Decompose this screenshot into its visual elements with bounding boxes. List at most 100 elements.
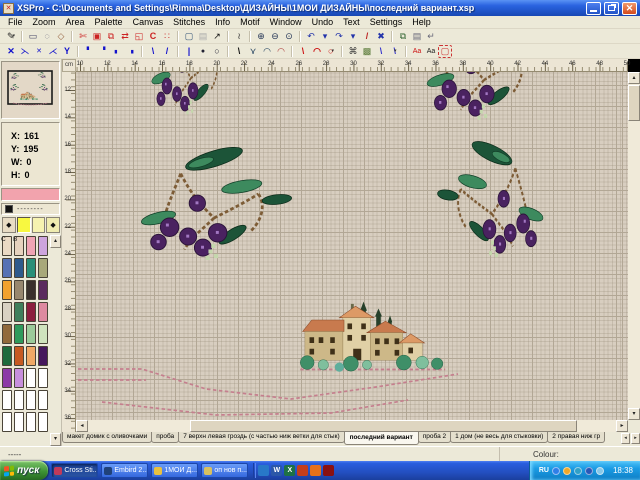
start-button[interactable]: пуск — [0, 461, 48, 480]
palette-swatch[interactable] — [37, 367, 49, 389]
palette-swatch[interactable] — [37, 279, 49, 301]
sketch-line-alt-dropdown[interactable]: ▾ — [394, 49, 397, 54]
taskbar-task[interactable]: оп нов п... — [201, 463, 248, 478]
pointer-tool[interactable]: ↗ — [210, 30, 224, 43]
redo[interactable]: ↷ — [332, 30, 346, 43]
house-motif[interactable] — [300, 302, 445, 372]
three-quarter-stitch-1[interactable]: ⋋ — [18, 45, 32, 58]
zoom-in[interactable]: ⊕ — [254, 30, 268, 43]
ink-color-swatch[interactable] — [5, 205, 13, 213]
backstitch-branch[interactable]: ⋎ — [246, 45, 260, 58]
palette-swatch[interactable] — [37, 411, 49, 433]
mirror-motif[interactable]: ⇄ — [118, 30, 132, 43]
quarter-stitch-br[interactable]: ▗ — [124, 45, 138, 58]
redo-history[interactable]: ▾ — [346, 30, 360, 43]
palette-swatch[interactable] — [13, 367, 25, 389]
backstitch-curve-red[interactable]: ◠ — [274, 45, 288, 58]
update-tray-icon[interactable] — [563, 467, 571, 475]
palette-swatch[interactable] — [37, 389, 49, 411]
half-cross-stitch[interactable]: ✕ — [32, 45, 46, 58]
print-motif[interactable]: ▤ — [196, 30, 210, 43]
palette-swatch[interactable] — [13, 323, 25, 345]
media-player-icon[interactable] — [258, 465, 269, 476]
edit-select-tool[interactable]: ◇ — [54, 30, 68, 43]
palette-swatch[interactable] — [25, 235, 37, 257]
scroll-left-button[interactable]: ◂ — [76, 420, 88, 432]
preview-screen[interactable]: ▢ — [182, 30, 196, 43]
draw-tool[interactable]: ✎▾ — [4, 30, 18, 43]
tab-scroll-left[interactable]: ◂ — [621, 433, 630, 444]
draw-tool-dropdown[interactable]: ▾ — [13, 34, 16, 39]
pattern-tab[interactable]: проба — [151, 432, 179, 443]
vertical-scroll-thumb[interactable] — [628, 85, 640, 121]
palette-swatch[interactable] — [25, 345, 37, 367]
taskbar-task[interactable]: Embird 2... — [101, 463, 148, 478]
menu-item-window[interactable]: Window — [265, 17, 307, 27]
palette-swatch[interactable] — [25, 301, 37, 323]
palette-swatch[interactable] — [37, 323, 49, 345]
border-stitch-line[interactable] — [78, 369, 458, 399]
palette-swatch[interactable] — [1, 301, 13, 323]
import-image[interactable]: ⧉ — [396, 30, 410, 43]
menu-item-file[interactable]: File — [3, 17, 28, 27]
pattern-tab[interactable]: 1 дом (не весь для стыковки) — [450, 432, 548, 443]
freehand-line[interactable]: \ — [296, 45, 310, 58]
restore-button[interactable] — [604, 2, 619, 15]
palette-swatch[interactable] — [1, 367, 13, 389]
language-indicator[interactable]: RU — [539, 467, 549, 474]
palette-swatch[interactable] — [13, 389, 25, 411]
palette-swatch[interactable] — [25, 389, 37, 411]
menu-item-palette[interactable]: Palette — [90, 17, 128, 27]
marquee-tool[interactable]: ▢ — [438, 45, 452, 58]
palette-swatch[interactable] — [1, 279, 13, 301]
branch-motif[interactable] — [426, 72, 545, 120]
palette-swatch[interactable] — [37, 301, 49, 323]
palette-swatch[interactable]: C — [1, 235, 13, 257]
circle-tool[interactable]: ○▾ — [324, 45, 338, 58]
palette-swatch[interactable] — [1, 257, 13, 279]
horizontal-scroll-thumb[interactable] — [190, 420, 577, 432]
palette-swatch[interactable] — [25, 257, 37, 279]
mark-diamond-left[interactable]: ◆ — [2, 217, 16, 233]
scroll-up-button[interactable]: ▴ — [628, 72, 640, 84]
three-quarter-stitch-2[interactable]: ⋌ — [46, 45, 60, 58]
palette-swatch[interactable] — [1, 411, 13, 433]
scroll-down-button[interactable]: ▾ — [628, 408, 640, 420]
undo[interactable]: ↶ — [304, 30, 318, 43]
volume-tray-icon[interactable] — [596, 467, 604, 475]
backstitch-curve[interactable]: ◠ — [260, 45, 274, 58]
pattern-tab[interactable]: проба 2 — [418, 432, 451, 443]
sketch-line[interactable]: \ — [374, 45, 388, 58]
menu-item-undo[interactable]: Undo — [307, 17, 339, 27]
palette-swatch[interactable]: B — [13, 235, 25, 257]
palette-swatch[interactable] — [37, 345, 49, 367]
menu-item-text[interactable]: Text — [338, 17, 365, 27]
text-tool[interactable]: Aa — [424, 45, 438, 58]
messenger-icon[interactable] — [323, 465, 334, 476]
zoom-reset[interactable]: ⊙ — [282, 30, 296, 43]
pattern-preview[interactable] — [1, 61, 60, 119]
antivirus-tray-icon[interactable] — [574, 467, 582, 475]
palette-swatch[interactable] — [25, 279, 37, 301]
pattern-tab[interactable]: макет домик с оливочками — [62, 432, 152, 443]
lasso-select-tool[interactable]: ◌ — [40, 30, 54, 43]
pattern-tab[interactable]: последний вариант — [344, 432, 419, 445]
cut-motif[interactable]: ✄ — [76, 30, 90, 43]
palette-swatch[interactable] — [25, 367, 37, 389]
horizontal-scrollbar[interactable]: ◂ ▸ — [76, 420, 628, 432]
pattern-tab[interactable]: 7 верхн левая гроздь (с частью ниж ветки… — [178, 432, 344, 443]
palette-swatch[interactable] — [37, 257, 49, 279]
scroll-right-button[interactable]: ▸ — [616, 420, 628, 432]
word-icon[interactable]: W — [271, 465, 282, 476]
palette-swatch[interactable] — [25, 323, 37, 345]
taskbar-task[interactable]: Cross Sti... — [51, 463, 98, 478]
palette-swatch[interactable] — [1, 323, 13, 345]
mark-diamond-right[interactable]: ◆ — [46, 217, 60, 233]
text-tool-red[interactable]: Aa — [410, 45, 424, 58]
delete-tool[interactable]: ✖ — [374, 30, 388, 43]
backstitch[interactable]: \ — [232, 45, 246, 58]
palette-swatch[interactable] — [1, 345, 13, 367]
rect-select-tool[interactable]: ▭ — [26, 30, 40, 43]
upright-cross-stitch[interactable]: Y — [60, 45, 74, 58]
tab-scroll-right[interactable]: ▸ — [631, 433, 640, 444]
